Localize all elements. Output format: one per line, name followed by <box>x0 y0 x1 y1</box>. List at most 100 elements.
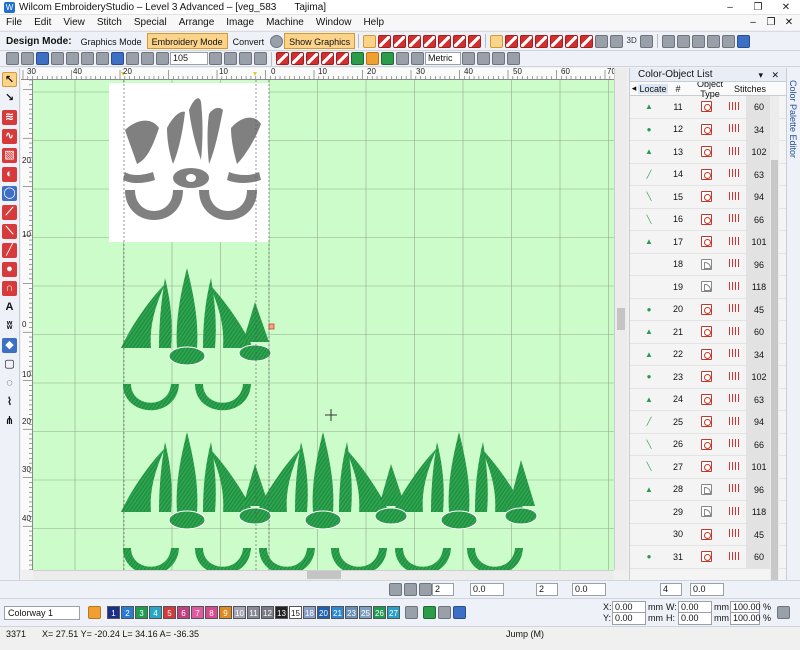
stitch-eye[interactable] <box>504 507 538 525</box>
show-outlines-icon[interactable] <box>321 52 334 65</box>
zoom-icon[interactable] <box>141 52 154 65</box>
color-palette-editor-tab[interactable]: Color Palette Editor <box>786 68 800 580</box>
print-icon[interactable] <box>51 52 64 65</box>
new-file-icon[interactable] <box>6 52 19 65</box>
close-button[interactable]: ✕ <box>772 0 800 15</box>
outline-icon[interactable]: ⟋ <box>2 205 17 220</box>
view-3d-icon[interactable]: 3D <box>625 34 639 48</box>
circle-icon[interactable]: ◯ <box>2 186 17 201</box>
locate-cell[interactable]: ● <box>630 372 668 381</box>
zoom-in-icon[interactable] <box>239 52 252 65</box>
col-stitches[interactable]: Stitches <box>732 84 768 94</box>
spin-a[interactable]: 2 <box>432 583 454 596</box>
cut-icon[interactable] <box>66 52 79 65</box>
canvas-vertical-thumb[interactable] <box>617 308 625 330</box>
y-field[interactable]: 0.00 <box>612 612 646 625</box>
distribute-icon[interactable] <box>722 34 736 48</box>
menu-window[interactable]: Window <box>310 15 358 30</box>
object-row[interactable]: 29 118 <box>630 501 786 524</box>
object-row[interactable]: ╱ 25 94 <box>630 411 786 434</box>
show-hoop-icon[interactable] <box>381 52 394 65</box>
colorway-select[interactable]: Colorway 1 <box>4 605 80 620</box>
zoom-out-icon[interactable] <box>254 52 267 65</box>
travel-icon[interactable] <box>492 52 505 65</box>
panel-scroll-thumb[interactable] <box>771 160 778 580</box>
stitch-eye[interactable] <box>374 507 408 525</box>
proportional-lock-icon[interactable] <box>777 606 790 619</box>
color-swatch[interactable]: 25 <box>359 606 372 619</box>
monogram-icon[interactable]: ʬ <box>2 319 17 334</box>
locate-cell[interactable]: ╱ <box>630 170 668 179</box>
doc-minimize-button[interactable]: – <box>744 15 762 30</box>
fancy-fill-icon[interactable] <box>520 34 534 48</box>
mirror-icon[interactable] <box>404 583 417 596</box>
object-row[interactable]: ▲ 28 96 <box>630 478 786 501</box>
height-percent-field[interactable]: 100.00 <box>730 612 761 625</box>
triple-run-icon[interactable] <box>423 34 437 48</box>
color-swatch[interactable]: 21 <box>331 606 344 619</box>
color-swatch[interactable]: 15 <box>289 606 302 619</box>
zoom-percent-icon[interactable] <box>209 52 222 65</box>
show-vector-icon[interactable] <box>351 52 364 65</box>
array-icon[interactable] <box>737 34 751 48</box>
open-file-icon[interactable] <box>21 52 34 65</box>
show-connectors-icon[interactable] <box>291 52 304 65</box>
minimize-button[interactable]: – <box>716 0 744 15</box>
align-icon[interactable] <box>707 34 721 48</box>
menu-machine[interactable]: Machine <box>260 15 310 30</box>
color-swatch[interactable]: 27 <box>387 606 400 619</box>
embroidery-mode-button[interactable]: Embroidery Mode <box>146 33 228 49</box>
redo-icon[interactable] <box>126 52 139 65</box>
select-object-icon[interactable]: ↖ <box>2 72 17 87</box>
menu-view[interactable]: View <box>57 15 91 30</box>
spin-c[interactable]: 2 <box>536 583 558 596</box>
locate-cell[interactable]: ╱ <box>630 417 668 426</box>
locate-cell[interactable]: ╲ <box>630 215 668 224</box>
locate-cell[interactable]: ▲ <box>630 147 668 156</box>
save-icon[interactable] <box>36 52 49 65</box>
color-swatch[interactable]: 5 <box>163 606 176 619</box>
show-guides-icon[interactable] <box>411 52 424 65</box>
menu-arrange[interactable]: Arrange <box>173 15 221 30</box>
ungroup-icon[interactable] <box>677 34 691 48</box>
color-swatch[interactable]: 18 <box>303 606 316 619</box>
locate-cell[interactable]: ▲ <box>630 327 668 336</box>
thread-chart-icon[interactable] <box>453 606 466 619</box>
stitch-eye[interactable] <box>238 507 272 525</box>
transform-icon[interactable] <box>389 583 402 596</box>
rotate-icon[interactable] <box>419 583 432 596</box>
branch-icon[interactable]: ⋔ <box>2 414 17 429</box>
spin-f[interactable]: 0.0 <box>690 583 724 596</box>
realistic-view-icon[interactable] <box>640 34 654 48</box>
color-swatch[interactable]: 20 <box>317 606 330 619</box>
show-bitmap-icon[interactable] <box>336 52 349 65</box>
stitch-eye[interactable] <box>238 344 272 362</box>
show-stitches-icon[interactable] <box>276 52 289 65</box>
embroidery-motif-top[interactable] <box>120 267 254 411</box>
graphics-mode-button[interactable]: Graphics Mode <box>76 33 147 49</box>
run-path-icon[interactable]: ╱ <box>2 243 17 258</box>
color-swatch[interactable]: 12 <box>261 606 274 619</box>
colorway-tools-icon[interactable] <box>88 606 101 619</box>
complex-fill-icon[interactable]: ▧ <box>2 148 17 163</box>
pattern-icon[interactable] <box>610 34 624 48</box>
open-shape-icon[interactable]: ⟍ <box>2 224 17 239</box>
menu-special[interactable]: Special <box>128 15 173 30</box>
stitch-player-icon[interactable] <box>507 52 520 65</box>
spin-d[interactable]: 0.0 <box>572 583 606 596</box>
object-row[interactable]: 18 96 <box>630 253 786 276</box>
col-number[interactable]: # <box>668 84 688 94</box>
globe-icon[interactable] <box>270 34 284 48</box>
object-row[interactable]: ▲ 22 34 <box>630 343 786 366</box>
menu-file[interactable]: File <box>0 15 28 30</box>
maximize-button[interactable]: ❐ <box>744 0 772 15</box>
measure-icon[interactable] <box>462 52 475 65</box>
h-field[interactable]: 0.00 <box>678 612 712 625</box>
menu-edit[interactable]: Edit <box>28 15 57 30</box>
color-swatch[interactable]: 11 <box>247 606 260 619</box>
color-swatch[interactable]: 10 <box>233 606 246 619</box>
locate-cell[interactable]: ▲ <box>630 102 668 111</box>
color-swatch[interactable]: 6 <box>177 606 190 619</box>
object-row[interactable]: ● 12 34 <box>630 118 786 141</box>
locate-cell[interactable]: ▲ <box>630 237 668 246</box>
